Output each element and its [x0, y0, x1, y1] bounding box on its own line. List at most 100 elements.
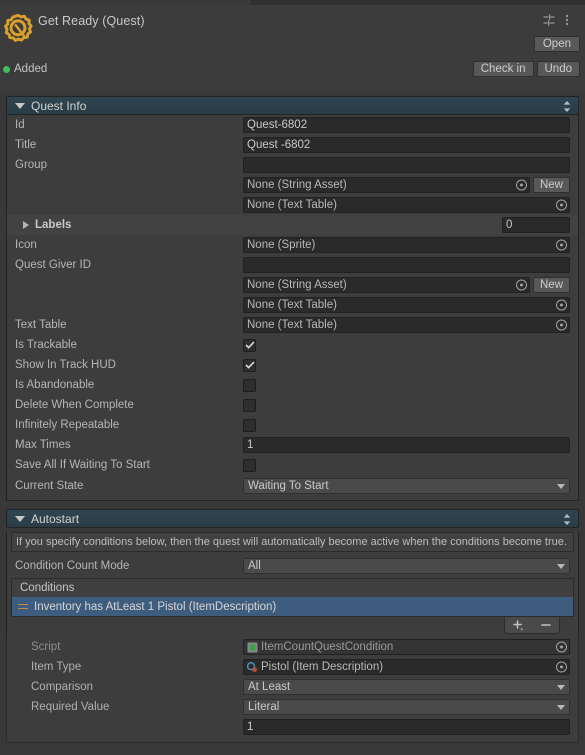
- save-all-if-waiting-checkbox[interactable]: [243, 458, 256, 472]
- row-quest-giver-id: Quest Giver ID: [7, 255, 578, 275]
- comparison-value: At Least: [248, 681, 291, 693]
- chevron-down-icon: [557, 705, 565, 710]
- is-trackable-checkbox[interactable]: [243, 338, 256, 352]
- row-show-in-track-hud: Show In Track HUD: [7, 355, 578, 375]
- object-picker-icon[interactable]: [556, 239, 567, 251]
- check-in-button[interactable]: Check in: [472, 61, 534, 77]
- sort-updown-icon[interactable]: [563, 514, 571, 525]
- giver-string-asset-value: None (String Asset): [247, 279, 347, 291]
- group-text-table-value: None (Text Table): [247, 199, 337, 211]
- chevron-right-icon[interactable]: [23, 221, 29, 229]
- giver-text-table-field[interactable]: None (Text Table): [243, 297, 570, 313]
- chevron-down-icon: [557, 483, 565, 489]
- row-labels[interactable]: Labels 0: [7, 215, 578, 235]
- sort-updown-icon[interactable]: [563, 101, 571, 112]
- giver-string-asset-field[interactable]: None (String Asset): [243, 277, 530, 293]
- object-picker-icon[interactable]: [556, 199, 567, 211]
- delete-when-complete-checkbox[interactable]: [243, 398, 256, 412]
- row-giver-string-asset: None (String Asset) New: [7, 275, 578, 295]
- chevron-down-icon: [557, 563, 565, 569]
- label-quest-giver-id: Quest Giver ID: [15, 259, 92, 271]
- header-icon-group: [542, 13, 579, 27]
- object-picker-icon: [556, 641, 567, 653]
- object-picker-icon[interactable]: [515, 179, 527, 191]
- labels-title: Labels: [35, 219, 72, 231]
- current-state-value: Waiting To Start: [248, 479, 329, 492]
- item-type-field[interactable]: Pistol (Item Description): [243, 659, 570, 675]
- is-abandonable-checkbox[interactable]: [243, 378, 256, 392]
- script-value: ItemCountQuestCondition: [261, 641, 394, 653]
- conditions-list-footer: [11, 617, 574, 637]
- id-input[interactable]: Quest-6802: [243, 117, 570, 133]
- comparison-dropdown[interactable]: At Least: [243, 679, 570, 695]
- group-new-button[interactable]: New: [532, 177, 570, 193]
- object-picker-icon[interactable]: [556, 661, 567, 673]
- row-group-text-table: None (Text Table): [7, 195, 578, 215]
- row-save-all-if-waiting: Save All If Waiting To Start: [7, 455, 578, 475]
- object-picker-icon[interactable]: [556, 319, 567, 331]
- quest-giver-id-input[interactable]: [243, 257, 570, 273]
- row-is-abandonable: Is Abandonable: [7, 375, 578, 395]
- label-comparison: Comparison: [31, 681, 93, 693]
- title-input[interactable]: Quest -6802: [243, 137, 570, 153]
- condition-label: Inventory has AtLeast 1 Pistol (ItemDesc…: [34, 600, 277, 613]
- required-value-dropdown[interactable]: Literal: [243, 699, 570, 715]
- labels-count-input[interactable]: 0: [502, 217, 570, 233]
- group-text-table-field[interactable]: None (Text Table): [243, 197, 570, 213]
- current-state-dropdown[interactable]: Waiting To Start: [243, 477, 570, 494]
- group-string-asset-field[interactable]: None (String Asset): [243, 177, 530, 193]
- label-max-times: Max Times: [15, 439, 71, 451]
- open-button[interactable]: Open: [533, 36, 580, 52]
- label-delete-when-complete: Delete When Complete: [15, 399, 134, 411]
- autostart-body: If you specify conditions below, then th…: [6, 532, 579, 637]
- object-picker-icon[interactable]: [556, 299, 567, 311]
- add-condition-button[interactable]: [505, 617, 532, 633]
- label-script: Script: [31, 641, 61, 653]
- adjustments-icon[interactable]: [542, 13, 556, 27]
- row-title: Title Quest -6802: [7, 135, 578, 155]
- undo-button[interactable]: Undo: [536, 61, 580, 77]
- group-string-asset-value: None (String Asset): [247, 179, 347, 191]
- autostart-help-box: If you specify conditions below, then th…: [11, 532, 574, 552]
- item-type-value: Pistol (Item Description): [261, 661, 384, 673]
- label-save-all-if-waiting: Save All If Waiting To Start: [15, 459, 150, 471]
- giver-new-button[interactable]: New: [532, 277, 570, 293]
- label-text-table: Text Table: [15, 319, 67, 331]
- conditions-list-body: Inventory has AtLeast 1 Pistol (ItemDesc…: [11, 597, 574, 617]
- condition-element-block: Script ItemCountQuestCondition Item Type…: [6, 637, 579, 743]
- group-input[interactable]: [243, 157, 570, 173]
- inspector-header: Get Ready (Quest) Open Added Check in Un…: [0, 5, 585, 91]
- required-literal-input[interactable]: 1: [243, 719, 570, 735]
- remove-condition-button[interactable]: [532, 617, 559, 633]
- inspector-window: Get Ready (Quest) Open Added Check in Un…: [0, 0, 585, 755]
- autostart-header[interactable]: Autostart: [6, 509, 579, 528]
- show-in-track-hud-checkbox[interactable]: [243, 358, 256, 372]
- text-table-field[interactable]: None (Text Table): [243, 317, 570, 333]
- infinitely-repeatable-checkbox[interactable]: [243, 418, 256, 432]
- chevron-down-icon[interactable]: [15, 515, 25, 522]
- row-item-type: Item Type Pistol (Item Description): [7, 657, 578, 677]
- label-title: Title: [15, 139, 37, 151]
- max-times-input[interactable]: 1: [243, 437, 570, 453]
- drag-handle-icon[interactable]: [18, 601, 28, 612]
- object-title: Get Ready (Quest): [38, 14, 145, 28]
- quest-gear-q-icon: [3, 13, 33, 43]
- condition-count-mode-dropdown[interactable]: All: [243, 557, 570, 574]
- list-item[interactable]: Inventory has AtLeast 1 Pistol (ItemDesc…: [12, 597, 573, 616]
- text-table-value: None (Text Table): [247, 319, 337, 331]
- version-control-row: Added Check in Undo: [0, 61, 585, 81]
- row-infinitely-repeatable: Infinitely Repeatable: [7, 415, 578, 435]
- row-group-string-asset: None (String Asset) New: [7, 175, 578, 195]
- chevron-down-icon: [557, 685, 565, 690]
- cs-script-icon: [247, 642, 258, 653]
- object-picker-icon[interactable]: [515, 279, 527, 291]
- label-current-state: Current State: [15, 479, 84, 492]
- chevron-down-icon[interactable]: [15, 102, 25, 109]
- conditions-list-header: Conditions: [11, 578, 574, 597]
- vcs-button-group: Check in Undo: [472, 61, 580, 77]
- row-script: Script ItemCountQuestCondition: [7, 637, 578, 657]
- quest-info-header[interactable]: Quest Info: [6, 96, 579, 115]
- icon-sprite-field[interactable]: None (Sprite): [243, 237, 570, 253]
- row-group: Group: [7, 155, 578, 175]
- kebab-menu-icon[interactable]: [565, 13, 579, 27]
